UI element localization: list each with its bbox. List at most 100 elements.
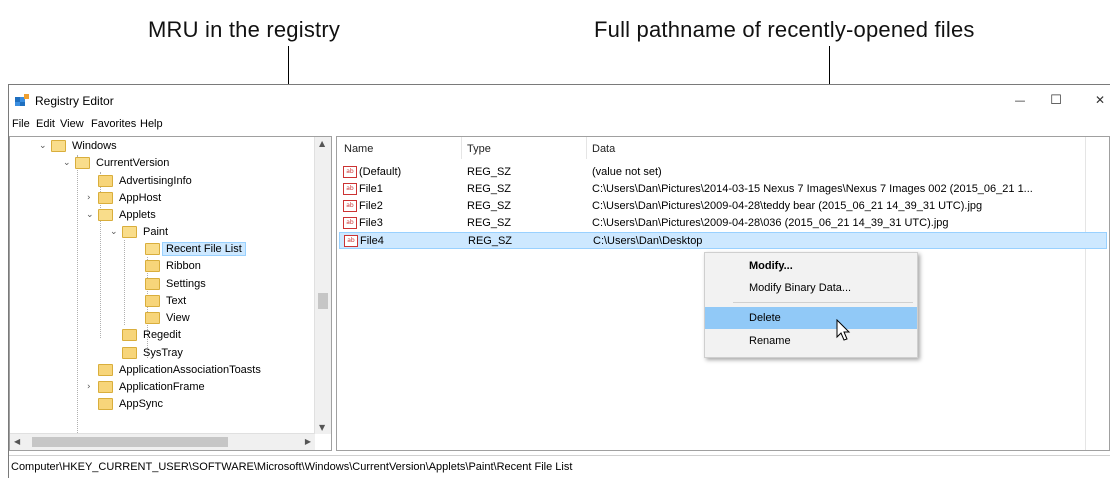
folder-icon [145, 277, 160, 290]
folder-icon [145, 294, 160, 307]
tree-item-settings[interactable]: Settings [145, 275, 206, 292]
scroll-left-icon[interactable]: ◀ [14, 437, 20, 446]
tree-item-regedit[interactable]: Regedit [122, 326, 181, 343]
tree-item-label: AppSync [119, 397, 164, 410]
chevron-down-icon[interactable]: ⌄ [86, 210, 94, 220]
scroll-up-icon[interactable]: ▲ [319, 139, 325, 148]
menu-item-label: Rename [749, 335, 791, 347]
value-name: (Default) [359, 166, 402, 178]
value-data: C:\Users\Dan\Pictures\2014-03-15 Nexus 7… [592, 183, 1033, 195]
value-type: REG_SZ [468, 235, 513, 247]
menu-separator [733, 302, 913, 303]
folder-icon [51, 139, 66, 152]
value-type: REG_SZ [467, 217, 512, 229]
scroll-right-icon[interactable]: ▶ [305, 437, 311, 446]
folder-icon [122, 346, 137, 359]
menu-bar: File Edit View Favorites Help [9, 116, 1110, 134]
column-separator[interactable] [461, 137, 462, 159]
folder-icon [75, 156, 90, 169]
tree-horizontal-scrollbar[interactable]: ◀ ▶ [10, 433, 315, 450]
tree-vertical-scroll-thumb[interactable] [318, 293, 328, 309]
chevron-down-icon[interactable]: ⌄ [63, 158, 71, 168]
menu-favorites[interactable]: Favorites [91, 118, 136, 130]
string-value-icon: ab [343, 217, 357, 229]
value-name: File3 [359, 217, 383, 229]
string-value-icon: ab [344, 235, 358, 247]
table-row[interactable]: ab File1 REG_SZ C:\Users\Dan\Pictures\20… [341, 181, 1083, 198]
menu-item-modify[interactable]: Modify... [705, 255, 917, 277]
menu-edit[interactable]: Edit [36, 118, 55, 130]
tree-item-label: View [166, 311, 190, 324]
menu-item-modify-binary-data[interactable]: Modify Binary Data... [705, 277, 917, 299]
tree-item-advertisinginfo[interactable]: AdvertisingInfo [98, 172, 192, 189]
mouse-pointer-icon [836, 319, 851, 341]
table-row[interactable]: ab (Default) REG_SZ (value not set) [341, 164, 1083, 181]
chevron-down-icon[interactable]: ⌄ [110, 227, 118, 237]
tree-guide [77, 155, 78, 450]
status-bar-path: Computer\HKEY_CURRENT_USER\SOFTWARE\Micr… [11, 461, 573, 473]
tree-item-label: Applets [119, 208, 156, 221]
window-title: Registry Editor [35, 94, 114, 108]
string-value-icon: ab [343, 166, 357, 178]
tree-item-label: CurrentVersion [96, 156, 170, 169]
column-header-data[interactable]: Data [592, 143, 615, 155]
close-button[interactable]: ✕ [1077, 87, 1110, 113]
tree-item-systray[interactable]: SysTray [122, 344, 183, 361]
table-row[interactable]: ab File2 REG_SZ C:\Users\Dan\Pictures\20… [341, 198, 1083, 215]
tree-vertical-scrollbar[interactable]: ▲ ▼ [314, 137, 331, 434]
menu-item-rename[interactable]: Rename [705, 330, 917, 352]
menu-view[interactable]: View [60, 118, 84, 130]
tree-item-appsync[interactable]: AppSync [98, 395, 163, 412]
registry-tree-pane[interactable]: ⌄ Windows ⌄ CurrentVersion AdvertisingIn… [9, 136, 332, 451]
tree-item-text[interactable]: Text [145, 292, 186, 309]
chevron-right-icon[interactable]: › [87, 382, 91, 392]
minimize-icon: — [1014, 93, 1026, 107]
value-name: File1 [359, 183, 383, 195]
column-header-name[interactable]: Name [344, 143, 373, 155]
menu-item-label: Delete [749, 312, 781, 324]
tree-item-label: AdvertisingInfo [119, 174, 192, 187]
table-row-selected[interactable]: ab File4 REG_SZ C:\Users\Dan\Desktop [339, 232, 1107, 249]
value-data: C:\Users\Dan\Pictures\2009-04-28\036 (20… [592, 217, 949, 229]
folder-icon [122, 225, 137, 238]
tree-item-applicationassociationtoasts[interactable]: ApplicationAssociationToasts [98, 361, 261, 378]
chevron-right-icon[interactable]: › [87, 193, 91, 203]
tree-item-view[interactable]: View [145, 309, 190, 326]
tree-item-apphost[interactable]: › AppHost [87, 189, 162, 206]
close-icon: ✕ [1094, 93, 1106, 107]
tree-item-applets[interactable]: ⌄ Applets [86, 206, 156, 223]
column-separator[interactable] [586, 137, 587, 159]
folder-icon [145, 259, 160, 272]
tree-item-label-selected: Recent File List [162, 241, 246, 256]
table-row[interactable]: ab File3 REG_SZ C:\Users\Dan\Pictures\20… [341, 215, 1083, 232]
column-separator[interactable] [1085, 137, 1086, 450]
tree-item-applicationframe[interactable]: › ApplicationFrame [87, 378, 205, 395]
maximize-button[interactable]: ☐ [1033, 87, 1079, 113]
tree-horizontal-scroll-thumb[interactable] [32, 437, 228, 447]
tree-guide [124, 240, 125, 325]
tree-item-currentversion[interactable]: ⌄ CurrentVersion [63, 154, 170, 171]
menu-help[interactable]: Help [140, 118, 163, 130]
chevron-down-icon[interactable]: ⌄ [39, 141, 47, 151]
tree-item-windows[interactable]: ⌄ Windows [39, 137, 117, 154]
value-data: C:\Users\Dan\Desktop [593, 235, 703, 247]
column-header-type[interactable]: Type [467, 143, 491, 155]
value-type: REG_SZ [467, 166, 512, 178]
menu-item-delete[interactable]: Delete [705, 307, 917, 329]
tree-item-label: Windows [72, 139, 117, 152]
scroll-down-icon[interactable]: ▼ [319, 423, 325, 432]
registry-editor-icon [15, 94, 29, 106]
tree-item-paint[interactable]: ⌄ Paint [110, 223, 168, 240]
tree-item-ribbon[interactable]: Ribbon [145, 257, 201, 274]
folder-icon [98, 208, 113, 221]
tree-item-recent-file-list[interactable]: Recent File List [145, 240, 246, 257]
folder-icon [145, 242, 160, 255]
folder-icon [98, 174, 113, 187]
menu-file[interactable]: File [12, 118, 30, 130]
folder-icon [98, 397, 113, 410]
tree-item-label: AppHost [119, 191, 162, 204]
folder-icon [98, 380, 113, 393]
string-value-icon: ab [343, 183, 357, 195]
menu-item-label: Modify Binary Data... [749, 282, 852, 294]
value-name: File4 [360, 235, 384, 247]
